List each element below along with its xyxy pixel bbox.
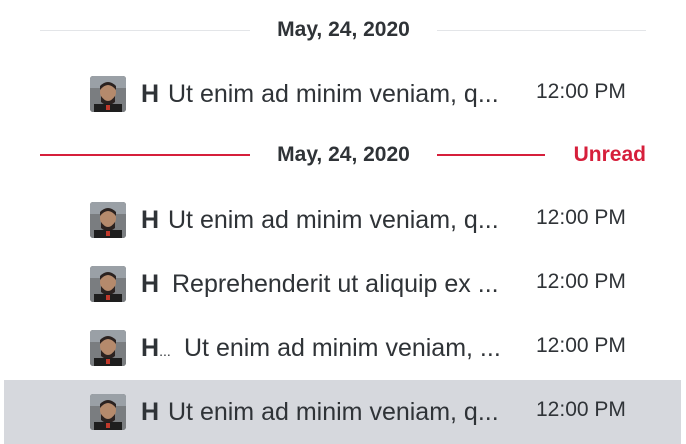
message-preview: Ut enim ad minim veniam, q... bbox=[168, 206, 499, 234]
message-author: H bbox=[141, 270, 160, 298]
message-list: May, 24, 2020 H Ut enim ad minim veniam,… bbox=[0, 0, 686, 444]
avatar[interactable] bbox=[90, 76, 126, 112]
divider-date: May, 24, 2020 bbox=[277, 143, 410, 166]
unread-date-divider: May, 24, 2020 Unread bbox=[40, 143, 646, 166]
message-author: H... bbox=[141, 334, 171, 365]
message-row[interactable]: H Ut enim ad minim veniam, q... 12:00 PM bbox=[4, 188, 681, 252]
avatar[interactable] bbox=[90, 266, 126, 302]
avatar[interactable] bbox=[90, 202, 126, 238]
avatar[interactable] bbox=[90, 330, 126, 366]
message-row[interactable]: H... Ut enim ad minim veniam, ... 12:00 … bbox=[4, 316, 681, 380]
divider-date: May, 24, 2020 bbox=[277, 18, 410, 41]
message-row[interactable]: H Ut enim ad minim veniam, q... 12:00 PM bbox=[4, 62, 681, 126]
author-initial: H bbox=[141, 334, 160, 362]
divider-line bbox=[437, 30, 646, 31]
message-time: 12:00 PM bbox=[536, 206, 626, 229]
message-author: H bbox=[141, 398, 160, 426]
unread-label: Unread bbox=[573, 143, 646, 166]
message-row-selected[interactable]: H Ut enim ad minim veniam, q... 12:00 PM bbox=[4, 380, 681, 444]
date-divider: May, 24, 2020 bbox=[40, 18, 646, 41]
message-preview: Ut enim ad minim veniam, ... bbox=[184, 334, 501, 362]
message-preview: Reprehenderit ut aliquip ex ... bbox=[172, 270, 499, 298]
divider-line bbox=[437, 154, 545, 156]
message-row[interactable]: H Reprehenderit ut aliquip ex ... 12:00 … bbox=[4, 252, 681, 316]
message-author: H bbox=[141, 80, 160, 108]
divider-line bbox=[40, 154, 250, 156]
message-preview: Ut enim ad minim veniam, q... bbox=[168, 398, 499, 426]
author-ellipsis: ... bbox=[159, 343, 171, 359]
message-time: 12:00 PM bbox=[536, 334, 626, 357]
divider-line bbox=[40, 30, 250, 31]
message-time: 12:00 PM bbox=[536, 80, 626, 103]
message-author: H bbox=[141, 206, 160, 234]
avatar[interactable] bbox=[90, 394, 126, 430]
message-time: 12:00 PM bbox=[536, 270, 626, 293]
message-preview: Ut enim ad minim veniam, q... bbox=[168, 80, 499, 108]
message-time: 12:00 PM bbox=[536, 398, 626, 421]
